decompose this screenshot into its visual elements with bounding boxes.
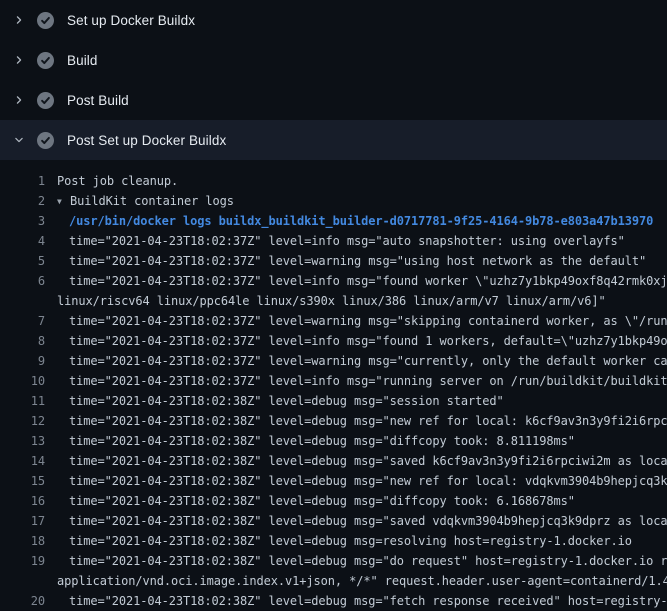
log-text: time="2021-04-23T18:02:37Z" level=warnin… [69,251,646,271]
log-line: 5 time="2021-04-23T18:02:37Z" level=warni… [0,251,667,271]
log-line-number[interactable]: 12 [0,411,45,431]
log-text: time="2021-04-23T18:02:38Z" level=debug … [69,591,667,611]
chevron-down-icon[interactable] [11,132,27,148]
log-line-number[interactable]: 10 [0,371,45,391]
log-text: time="2021-04-23T18:02:38Z" level=debug … [69,471,667,491]
log-line: 12 time="2021-04-23T18:02:38Z" level=debu… [0,411,667,431]
step-row-post-build[interactable]: Post Build [0,80,667,120]
log-text: time="2021-04-23T18:02:38Z" level=debug … [69,551,667,571]
log-line-number[interactable]: 1 [0,171,45,191]
log-text: time="2021-04-23T18:02:38Z" level=debug … [69,511,667,531]
log-text: time="2021-04-23T18:02:38Z" level=debug … [69,391,504,411]
step-label: Post Set up Docker Buildx [67,133,226,148]
log-text: application/vnd.oci.image.index.v1+json,… [57,571,667,591]
log-line: 9 time="2021-04-23T18:02:37Z" level=warni… [0,351,667,371]
log-text: time="2021-04-23T18:02:38Z" level=debug … [69,491,575,511]
step-label: Post Build [67,93,129,108]
log-line: 15 time="2021-04-23T18:02:38Z" level=debu… [0,471,667,491]
log-line-number[interactable]: 18 [0,531,45,551]
log-line: 4 time="2021-04-23T18:02:37Z" level=info … [0,231,667,251]
log-group-title[interactable]: BuildKit container logs [70,194,234,208]
log-line-number[interactable]: 15 [0,471,45,491]
steps-list: Set up Docker Buildx Build Post Build Post … [0,0,667,160]
log-text: time="2021-04-23T18:02:37Z" level=info m… [69,331,667,351]
step-label: Set up Docker Buildx [67,13,195,28]
log-text: ▼BuildKit container logs [57,191,234,211]
log-line: 13 time="2021-04-23T18:02:38Z" level=debu… [0,431,667,451]
log-line: 14 time="2021-04-23T18:02:38Z" level=debu… [0,451,667,471]
chevron-right-icon[interactable] [11,12,27,28]
log-line-number[interactable]: 6 [0,271,45,291]
step-row-set-up-docker-buildx[interactable]: Set up Docker Buildx [0,0,667,40]
log-line-number[interactable]: 19 [0,551,45,571]
chevron-right-icon[interactable] [11,92,27,108]
log-command-text: /usr/bin/docker logs buildx_buildkit_bui… [69,211,653,231]
log-text: time="2021-04-23T18:02:37Z" level=warnin… [69,311,667,331]
log-line-continuation: application/vnd.oci.image.index.v1+json,… [0,571,667,591]
log-line-number[interactable]: 16 [0,491,45,511]
log-text: time="2021-04-23T18:02:38Z" level=debug … [69,531,632,551]
log-line-number [0,291,45,311]
log-line: 3/usr/bin/docker logs buildx_buildkit_bu… [0,211,667,231]
disclosure-triangle-icon[interactable]: ▼ [57,192,70,211]
step-label: Build [67,53,98,68]
log-line: 19 time="2021-04-23T18:02:38Z" level=debu… [0,551,667,571]
log-text: time="2021-04-23T18:02:37Z" level=info m… [69,231,625,251]
log-text: time="2021-04-23T18:02:37Z" level=info m… [69,371,667,391]
log-text: time="2021-04-23T18:02:37Z" level=warnin… [69,351,667,371]
log-line-number[interactable]: 8 [0,331,45,351]
log-line-number[interactable]: 5 [0,251,45,271]
check-circle-icon [37,132,54,149]
log-line-number[interactable]: 17 [0,511,45,531]
log-line-number[interactable]: 7 [0,311,45,331]
log-line: 1 Post job cleanup. [0,171,667,191]
step-row-build[interactable]: Build [0,40,667,80]
log-line: 16 time="2021-04-23T18:02:38Z" level=debu… [0,491,667,511]
log-line: 6 time="2021-04-23T18:02:37Z" level=info … [0,271,667,291]
log-line: 10 time="2021-04-23T18:02:37Z" level=info… [0,371,667,391]
log-text: linux/riscv64 linux/ppc64le linux/s390x … [57,291,606,311]
step-row-post-set-up-docker-buildx[interactable]: Post Set up Docker Buildx [0,120,667,160]
log-line: 20 time="2021-04-23T18:02:38Z" level=debu… [0,591,667,611]
log-line-number[interactable]: 2 [0,191,45,211]
check-circle-icon [37,92,54,109]
log-line-number[interactable]: 20 [0,591,45,611]
log-line-number[interactable]: 11 [0,391,45,411]
log-text: time="2021-04-23T18:02:37Z" level=info m… [69,271,667,291]
log-text: time="2021-04-23T18:02:38Z" level=debug … [69,451,667,471]
log-line-number [0,571,45,591]
log-line: 7 time="2021-04-23T18:02:37Z" level=warni… [0,311,667,331]
log-text: Post job cleanup. [57,171,178,191]
check-circle-icon [37,12,54,29]
log-text: time="2021-04-23T18:02:38Z" level=debug … [69,411,667,431]
log-line: 8 time="2021-04-23T18:02:37Z" level=info … [0,331,667,351]
log-line-continuation: linux/riscv64 linux/ppc64le linux/s390x … [0,291,667,311]
log-line-number[interactable]: 4 [0,231,45,251]
log-line-number[interactable]: 9 [0,351,45,371]
log-line: 17 time="2021-04-23T18:02:38Z" level=debu… [0,511,667,531]
log-line-number[interactable]: 14 [0,451,45,471]
log-line-number[interactable]: 3 [0,211,45,231]
log-line: 2 ▼BuildKit container logs [0,191,667,211]
log-line: 18 time="2021-04-23T18:02:38Z" level=debu… [0,531,667,551]
log-line-number[interactable]: 13 [0,431,45,451]
chevron-right-icon[interactable] [11,52,27,68]
log-output[interactable]: 1 Post job cleanup. 2 ▼BuildKit container l… [0,160,667,611]
check-circle-icon [37,52,54,69]
log-text: time="2021-04-23T18:02:38Z" level=debug … [69,431,575,451]
workflow-log-panel: Set up Docker Buildx Build Post Build Post … [0,0,667,611]
log-line: 11 time="2021-04-23T18:02:38Z" level=debu… [0,391,667,411]
